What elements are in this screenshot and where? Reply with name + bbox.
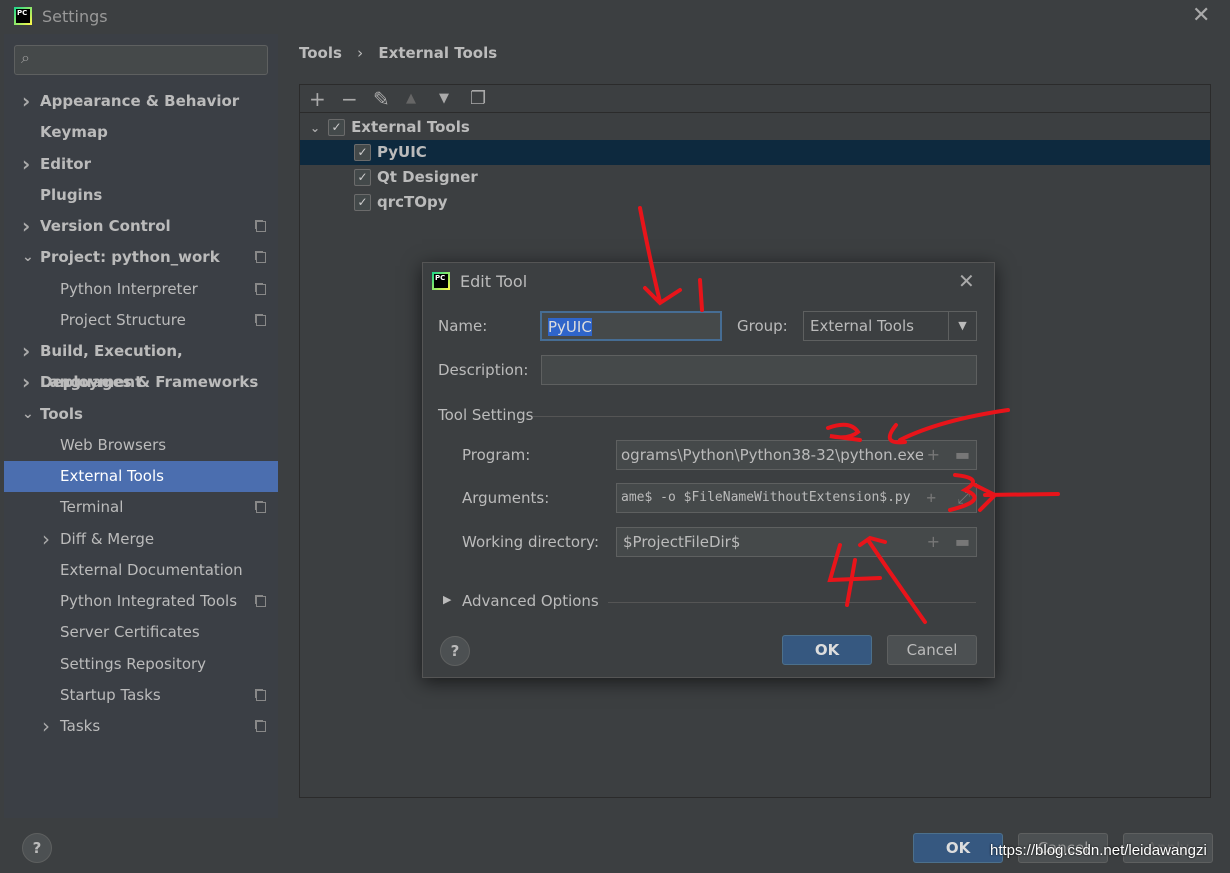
annotation-arrow-1 [638,206,682,306]
annotation-arrow-3 [973,483,1060,512]
annotation-number-2 [826,422,862,442]
annotation-number-3 [948,473,977,512]
annotation-number-4 [827,543,882,607]
annotation-arrow-2 [887,408,1010,445]
watermark: https://blog.csdn.net/leidawangzi [990,842,1207,859]
red-annotations [638,206,1060,624]
annotation-number-1 [698,278,704,312]
